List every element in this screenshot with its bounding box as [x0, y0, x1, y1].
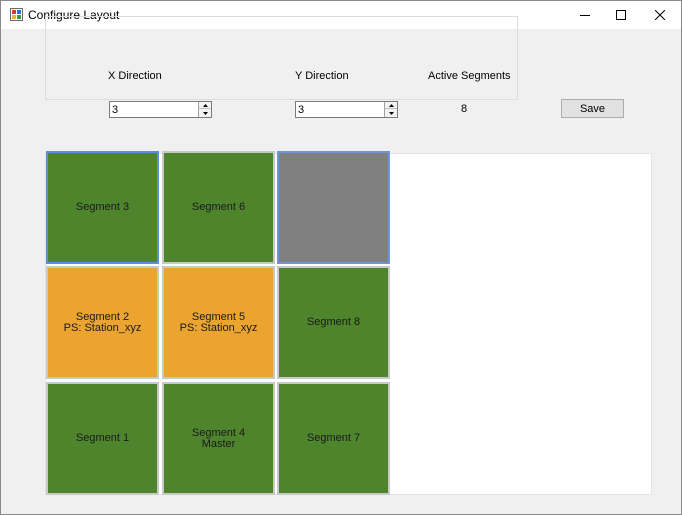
y-direction-up-button[interactable] — [384, 102, 397, 109]
minimize-icon — [580, 15, 590, 16]
segment-name: Segment 1 — [75, 432, 130, 444]
maximize-icon — [616, 10, 626, 20]
segment-tile[interactable]: Segment 6 — [162, 151, 275, 264]
y-direction-input[interactable] — [297, 102, 384, 117]
segment-tile[interactable]: Segment 3 — [46, 151, 159, 264]
segment-name: Segment 7 — [306, 432, 361, 444]
segment-name: Segment 3 — [75, 201, 130, 213]
active-segments-value: 8 — [461, 103, 468, 115]
segment-detail: Master — [201, 437, 236, 450]
segment-tile[interactable]: Segment 4 Master — [162, 382, 275, 495]
segment-name: Segment 6 — [191, 201, 246, 213]
segment-name: Segment 5 — [191, 310, 246, 323]
segment-name: Segment 4 — [191, 426, 246, 439]
save-button[interactable]: Save — [561, 99, 624, 118]
caret-up-icon — [388, 103, 394, 107]
x-direction-input[interactable] — [111, 102, 198, 117]
segment-tile[interactable]: Segment 5 PS: Station_xyz — [162, 266, 275, 379]
x-direction-down-button[interactable] — [198, 109, 211, 117]
segment-detail: PS: Station_xyz — [179, 321, 258, 334]
segment-tile[interactable]: Segment 2 PS: Station_xyz — [46, 266, 159, 379]
y-direction-label: Y Direction — [295, 70, 349, 82]
y-direction-spinner[interactable] — [295, 101, 398, 118]
close-button[interactable] — [638, 1, 682, 29]
segment-tile[interactable]: Segment 7 — [277, 382, 390, 495]
app-icon — [10, 8, 23, 21]
maximize-button[interactable] — [599, 1, 643, 29]
x-direction-label: X Direction — [108, 70, 162, 82]
segment-name: Segment 8 — [306, 316, 361, 328]
caret-up-icon — [202, 103, 208, 107]
x-direction-spinner[interactable] — [109, 101, 212, 118]
y-direction-down-button[interactable] — [384, 109, 397, 117]
segment-tile[interactable]: Segment 1 — [46, 382, 159, 495]
segment-detail: PS: Station_xyz — [63, 321, 142, 334]
configure-layout-window: Configure Layout X Direction Y Direction… — [0, 0, 682, 515]
close-icon — [655, 10, 665, 20]
active-segments-label: Active Segments — [428, 70, 511, 82]
segment-tile[interactable]: Segment 8 — [277, 266, 390, 379]
x-direction-up-button[interactable] — [198, 102, 211, 109]
caret-down-icon — [388, 111, 394, 115]
settings-group — [45, 16, 518, 100]
caret-down-icon — [202, 111, 208, 115]
empty-segment-tile[interactable] — [277, 151, 390, 264]
segment-name: Segment 2 — [75, 310, 130, 323]
